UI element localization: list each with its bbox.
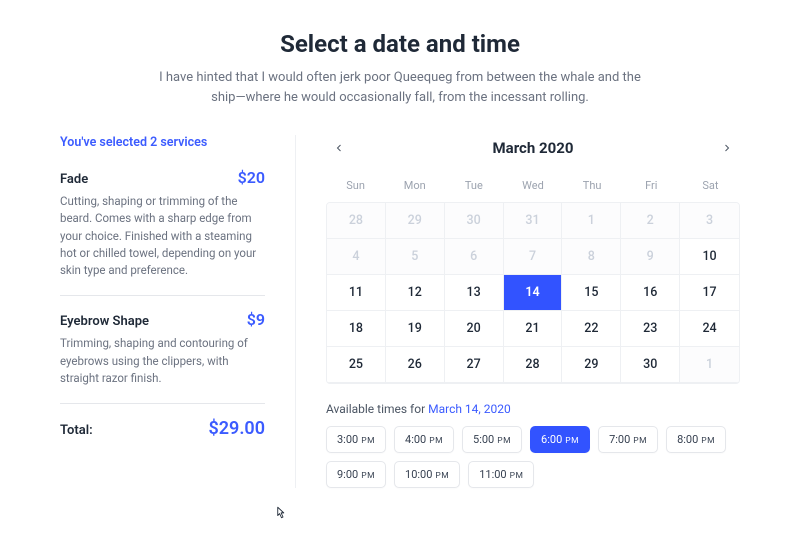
time-slot[interactable]: 5:00PM (462, 426, 522, 453)
time-slot-period: PM (565, 436, 579, 446)
calendar-day[interactable]: 27 (445, 347, 504, 383)
calendar-day[interactable]: 22 (562, 311, 621, 347)
page-subtitle: I have hinted that I would often jerk po… (150, 68, 650, 107)
calendar-day: 5 (386, 239, 445, 275)
available-times-label: Available times for March 14, 2020 (326, 402, 740, 416)
weekday-label: Mon (385, 175, 444, 196)
calendar-day[interactable]: 20 (445, 311, 504, 347)
calendar-day[interactable]: 29 (562, 347, 621, 383)
time-slot[interactable]: 6:00PM (530, 426, 590, 453)
weekday-label: Tue (444, 175, 503, 196)
time-slot-period: PM (361, 436, 375, 446)
available-times-prefix: Available times for (326, 402, 428, 416)
calendar-day: 31 (504, 203, 563, 239)
service-description: Cutting, shaping or trimming of the bear… (60, 193, 265, 279)
calendar-day: 30 (445, 203, 504, 239)
time-slot-time: 5:00 (473, 433, 494, 446)
calendar-day[interactable]: 26 (386, 347, 445, 383)
calendar-day[interactable]: 25 (327, 347, 386, 383)
calendar-day[interactable]: 21 (504, 311, 563, 347)
calendar-day: 3 (680, 203, 739, 239)
calendar-grid: 2829303112345678910111213141516171819202… (326, 202, 740, 384)
weekday-label: Wed (503, 175, 562, 196)
time-slot[interactable]: 11:00 PM (468, 461, 534, 488)
time-slot-period: PM (361, 471, 375, 481)
calendar-day[interactable]: 11 (327, 275, 386, 311)
calendar-day[interactable]: 12 (386, 275, 445, 311)
selected-services-label: You've selected 2 services (60, 135, 265, 150)
weekday-label: Fri (622, 175, 681, 196)
calendar-day[interactable]: 17 (680, 275, 739, 311)
time-slot-period: PM (435, 471, 449, 481)
calendar-day: 6 (445, 239, 504, 275)
weekday-label: Sat (681, 175, 740, 196)
service-item: Eyebrow Shape $9 Trimming, shaping and c… (60, 310, 265, 404)
time-slot[interactable]: 7:00PM (598, 426, 658, 453)
calendar-day: 9 (621, 239, 680, 275)
month-label: March 2020 (352, 139, 714, 157)
time-slot-period: PM (429, 436, 443, 446)
time-slot[interactable]: 9:00PM (326, 461, 386, 488)
time-slot-period: PM (701, 436, 715, 446)
calendar-day[interactable]: 30 (621, 347, 680, 383)
calendar-day[interactable]: 19 (386, 311, 445, 347)
time-slot[interactable]: 10:00PM (394, 461, 460, 488)
time-slot[interactable]: 4:00PM (394, 426, 454, 453)
service-description: Trimming, shaping and contouring of eyeb… (60, 335, 265, 387)
calendar-day[interactable]: 14 (504, 275, 563, 311)
weekday-label: Sun (326, 175, 385, 196)
weekday-header: SunMonTueWedThuFriSat (326, 175, 740, 196)
page-title: Select a date and time (60, 30, 740, 58)
time-slot-time: 3:00 (337, 433, 358, 446)
calendar-day[interactable]: 15 (562, 275, 621, 311)
chevron-left-icon (333, 142, 345, 154)
service-name: Fade (60, 172, 88, 187)
service-name: Eyebrow Shape (60, 314, 149, 329)
service-price: $9 (247, 310, 265, 329)
time-slot-time: 8:00 (677, 433, 698, 446)
calendar-day: 1 (562, 203, 621, 239)
calendar-day: 28 (327, 203, 386, 239)
calendar-panel: March 2020 SunMonTueWedThuFriSat 2829303… (295, 135, 740, 488)
available-times-date: March 14, 2020 (428, 402, 511, 416)
time-slot-period: PM (510, 471, 524, 481)
service-price: $20 (238, 168, 265, 187)
calendar-day[interactable]: 23 (621, 311, 680, 347)
chevron-right-icon (721, 142, 733, 154)
time-slot-time: 11:00 (479, 468, 506, 481)
time-slot-time: 4:00 (405, 433, 426, 446)
time-slots: 3:00PM4:00PM5:00PM6:00PM7:00PM8:00PM9:00… (326, 426, 740, 488)
calendar-day: 8 (562, 239, 621, 275)
calendar-day[interactable]: 13 (445, 275, 504, 311)
calendar-day[interactable]: 18 (327, 311, 386, 347)
service-item: Fade $20 Cutting, shaping or trimming of… (60, 168, 265, 296)
calendar-day[interactable]: 16 (621, 275, 680, 311)
total-row: Total: $29.00 (60, 418, 265, 439)
total-value: $29.00 (208, 418, 265, 439)
next-month-button[interactable] (714, 135, 740, 161)
calendar-day: 7 (504, 239, 563, 275)
time-slot-time: 10:00 (405, 468, 432, 481)
time-slot-period: PM (497, 436, 511, 446)
cursor-icon (272, 505, 288, 523)
prev-month-button[interactable] (326, 135, 352, 161)
calendar-day: 2 (621, 203, 680, 239)
time-slot-time: 6:00 (541, 433, 562, 446)
time-slot-period: PM (633, 436, 647, 446)
weekday-label: Thu (563, 175, 622, 196)
total-label: Total: (60, 423, 93, 438)
calendar-day[interactable]: 10 (680, 239, 739, 275)
time-slot[interactable]: 3:00PM (326, 426, 386, 453)
time-slot-time: 7:00 (609, 433, 630, 446)
calendar-day[interactable]: 28 (504, 347, 563, 383)
calendar-day[interactable]: 24 (680, 311, 739, 347)
calendar-day: 1 (680, 347, 739, 383)
services-sidebar: You've selected 2 services Fade $20 Cutt… (60, 135, 265, 488)
time-slot[interactable]: 8:00PM (666, 426, 726, 453)
calendar-day: 29 (386, 203, 445, 239)
calendar-day: 4 (327, 239, 386, 275)
time-slot-time: 9:00 (337, 468, 358, 481)
